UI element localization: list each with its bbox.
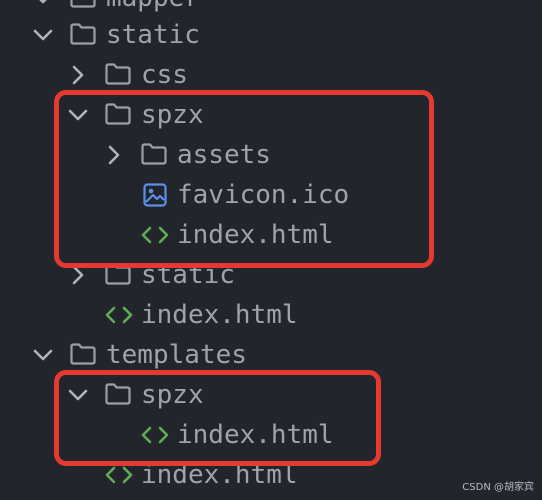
file-explorer-tree: mapper static css spzx — [0, 0, 542, 500]
tree-item-label: favicon.ico — [177, 180, 350, 210]
tree-item-index-html[interactable]: index.html — [0, 295, 542, 335]
tree-item-label: static — [141, 260, 235, 290]
folder-icon — [69, 342, 97, 366]
tree-item-label: index.html — [177, 220, 334, 250]
tree-item-label: assets — [177, 140, 271, 170]
chevron-right-icon[interactable] — [98, 139, 130, 171]
folder-icon — [104, 102, 132, 126]
chevron-down-icon[interactable] — [27, 19, 59, 51]
tree-item-static[interactable]: static — [0, 15, 542, 55]
tree-item-label: templates — [106, 340, 247, 370]
html-file-icon — [104, 462, 134, 488]
image-file-icon — [143, 183, 167, 207]
tree-item-label: index.html — [177, 420, 334, 450]
tree-item-spzx[interactable]: spzx — [0, 95, 542, 135]
watermark: CSDN @胡家宾 — [462, 482, 534, 493]
chevron-down-icon[interactable] — [27, 0, 59, 14]
chevron-right-icon[interactable] — [62, 59, 94, 91]
chevron-right-icon[interactable] — [62, 259, 94, 291]
folder-icon — [69, 22, 97, 46]
tree-item-label: index.html — [141, 300, 298, 330]
tree-item-label: spzx — [141, 100, 204, 130]
tree-item-templates[interactable]: templates — [0, 335, 542, 375]
folder-icon — [140, 142, 168, 166]
chevron-down-icon[interactable] — [62, 99, 94, 131]
tree-item-label: css — [141, 60, 188, 90]
tree-item-index-html[interactable]: index.html — [0, 215, 542, 255]
chevron-down-icon[interactable] — [62, 379, 94, 411]
tree-item-assets[interactable]: assets — [0, 135, 542, 175]
tree-item-favicon[interactable]: favicon.ico — [0, 175, 542, 215]
html-file-icon — [140, 422, 170, 448]
folder-icon — [104, 262, 132, 286]
folder-icon — [69, 0, 97, 9]
tree-item-label: spzx — [141, 380, 204, 410]
tree-item-css[interactable]: css — [0, 55, 542, 95]
folder-icon — [104, 62, 132, 86]
tree-item-index-html[interactable]: index.html — [0, 455, 542, 495]
tree-item-label: static — [106, 20, 200, 50]
tree-item-static-nested[interactable]: static — [0, 255, 542, 295]
tree-item-index-html[interactable]: index.html — [0, 415, 542, 455]
html-file-icon — [140, 222, 170, 248]
html-file-icon — [104, 302, 134, 328]
folder-icon — [104, 382, 132, 406]
tree-item-label: index.html — [141, 460, 298, 490]
tree-item-spzx[interactable]: spzx — [0, 375, 542, 415]
chevron-down-icon[interactable] — [27, 339, 59, 371]
